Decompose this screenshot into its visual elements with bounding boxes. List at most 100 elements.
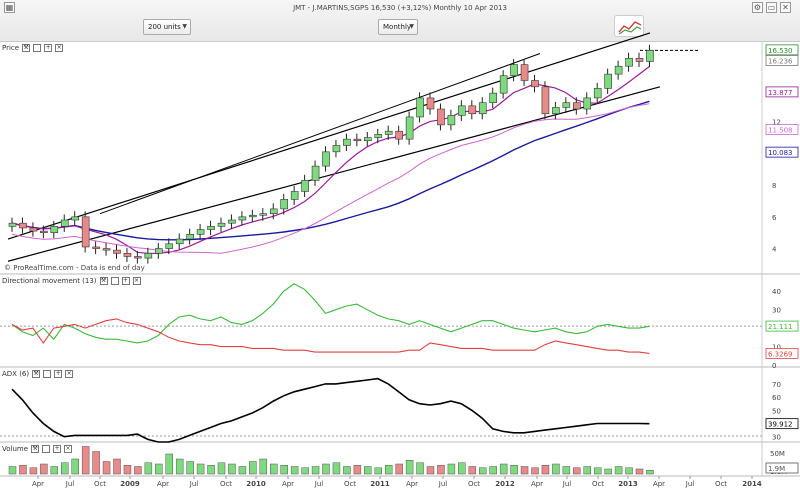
volume-bar xyxy=(40,463,48,475)
adx-tick-label: 70 xyxy=(772,381,781,389)
candle-up xyxy=(458,105,466,116)
candle-up xyxy=(625,57,633,67)
volume-bar xyxy=(541,465,550,475)
volume-bar xyxy=(395,463,403,475)
volume-bar xyxy=(19,465,27,475)
channel-mid-line xyxy=(99,53,541,215)
candle-down xyxy=(531,80,539,88)
adx-tag: 39.912 xyxy=(765,418,799,430)
time-tick-label: Jul xyxy=(685,480,695,488)
axes: 16141210864403020100706050403050M1.8M16.… xyxy=(32,44,799,488)
volume-bar xyxy=(270,463,278,475)
candle-up xyxy=(646,50,654,62)
prev-price-tag-text: 16.236 xyxy=(768,57,793,65)
time-tick-label: 2010 xyxy=(246,480,266,488)
candle-up xyxy=(60,219,69,227)
ma-short-tag-text: 13.877 xyxy=(768,89,793,97)
candle-up xyxy=(238,216,247,221)
volume-bar xyxy=(573,467,581,475)
volume-bar xyxy=(552,463,560,475)
price-tick-label: 8 xyxy=(772,182,776,190)
time-tick-label: Oct xyxy=(468,480,480,488)
candle-up xyxy=(416,97,424,118)
volume-bar xyxy=(311,466,320,475)
candle-up xyxy=(155,248,163,254)
volume-bar xyxy=(196,463,205,475)
candle-up xyxy=(489,92,498,103)
volume-bar xyxy=(447,463,456,475)
watermark: © ProRealTime.com - Data is end of day xyxy=(4,264,145,272)
candle-down xyxy=(92,246,100,249)
volume-bar xyxy=(416,462,424,475)
dmi-tick-label: 30 xyxy=(772,307,781,315)
candle-up xyxy=(290,191,299,200)
volume-bar xyxy=(71,458,79,475)
volume-tag-text: 1.9M xyxy=(768,465,785,473)
plus-di-line xyxy=(11,283,650,344)
candle-down xyxy=(123,253,132,257)
candle-up xyxy=(71,216,79,221)
time-tick-label: Oct xyxy=(715,480,727,488)
plus-di-tag: 21.111 xyxy=(765,320,799,332)
volume-bar xyxy=(604,468,612,475)
volume-bar xyxy=(562,466,571,475)
volume-bar xyxy=(259,458,268,475)
candle-up xyxy=(614,65,623,75)
candle-up xyxy=(562,102,571,108)
volume-bar xyxy=(29,467,38,475)
volume-bar xyxy=(426,466,435,475)
adx-tick-label: 60 xyxy=(772,394,781,402)
volume-bar xyxy=(280,465,288,475)
volume-bar xyxy=(92,451,100,475)
ma-long-tag-text: 10.083 xyxy=(768,149,793,157)
time-tick-label: Jul xyxy=(65,480,75,488)
volume-pane[interactable] xyxy=(8,446,654,475)
candle-down xyxy=(29,227,38,232)
candle-up xyxy=(499,75,508,94)
volume-bar xyxy=(614,466,623,475)
volume-bar xyxy=(50,466,59,475)
volume-bar xyxy=(322,463,330,475)
volume-bar xyxy=(593,467,602,475)
time-tick-label: Oct xyxy=(94,480,106,488)
time-tick-label: 2012 xyxy=(495,480,515,488)
candle-up xyxy=(249,214,257,218)
adx-tick-label: 50 xyxy=(772,407,781,415)
price-pane[interactable] xyxy=(7,32,700,264)
time-tick-label: Jul xyxy=(189,480,199,488)
ma-medium-tag-text: 11.508 xyxy=(768,126,793,134)
time-tick-label: Jul xyxy=(438,480,448,488)
dmi-tick-label: 0 xyxy=(772,362,776,370)
candle-down xyxy=(520,64,529,81)
stock-chart[interactable]: © ProRealTime.com - Data is end of day 1… xyxy=(0,0,800,489)
candle-up xyxy=(217,222,226,227)
price-tick-label: 6 xyxy=(772,214,777,222)
volume-bar xyxy=(144,462,153,475)
candle-up xyxy=(510,64,518,77)
time-tick-label: Apr xyxy=(157,480,169,488)
volume-bar xyxy=(405,460,414,475)
volume-bar xyxy=(510,465,518,475)
candle-up xyxy=(384,130,393,135)
candle-down xyxy=(81,216,90,248)
candle-down xyxy=(426,97,435,110)
candle-up xyxy=(332,145,341,153)
volume-bar xyxy=(458,462,466,475)
volume-bar xyxy=(8,466,17,475)
volume-tag: 1.9M xyxy=(765,462,799,474)
candle-down xyxy=(19,222,27,229)
candle-up xyxy=(301,180,309,192)
candle-up xyxy=(552,107,560,115)
volume-bar xyxy=(290,466,299,475)
channel-upper-line xyxy=(7,32,651,240)
time-tick-label: Apr xyxy=(32,480,44,488)
candle-up xyxy=(186,233,194,240)
time-tick-label: Apr xyxy=(653,480,665,488)
adx-pane[interactable] xyxy=(0,377,762,443)
ma-medium-tag: 11.508 xyxy=(765,124,799,135)
candle-up xyxy=(447,115,456,126)
candle-down xyxy=(395,130,403,140)
volume-bar xyxy=(479,467,487,475)
candle-down xyxy=(102,248,111,251)
volume-bar xyxy=(374,467,382,475)
